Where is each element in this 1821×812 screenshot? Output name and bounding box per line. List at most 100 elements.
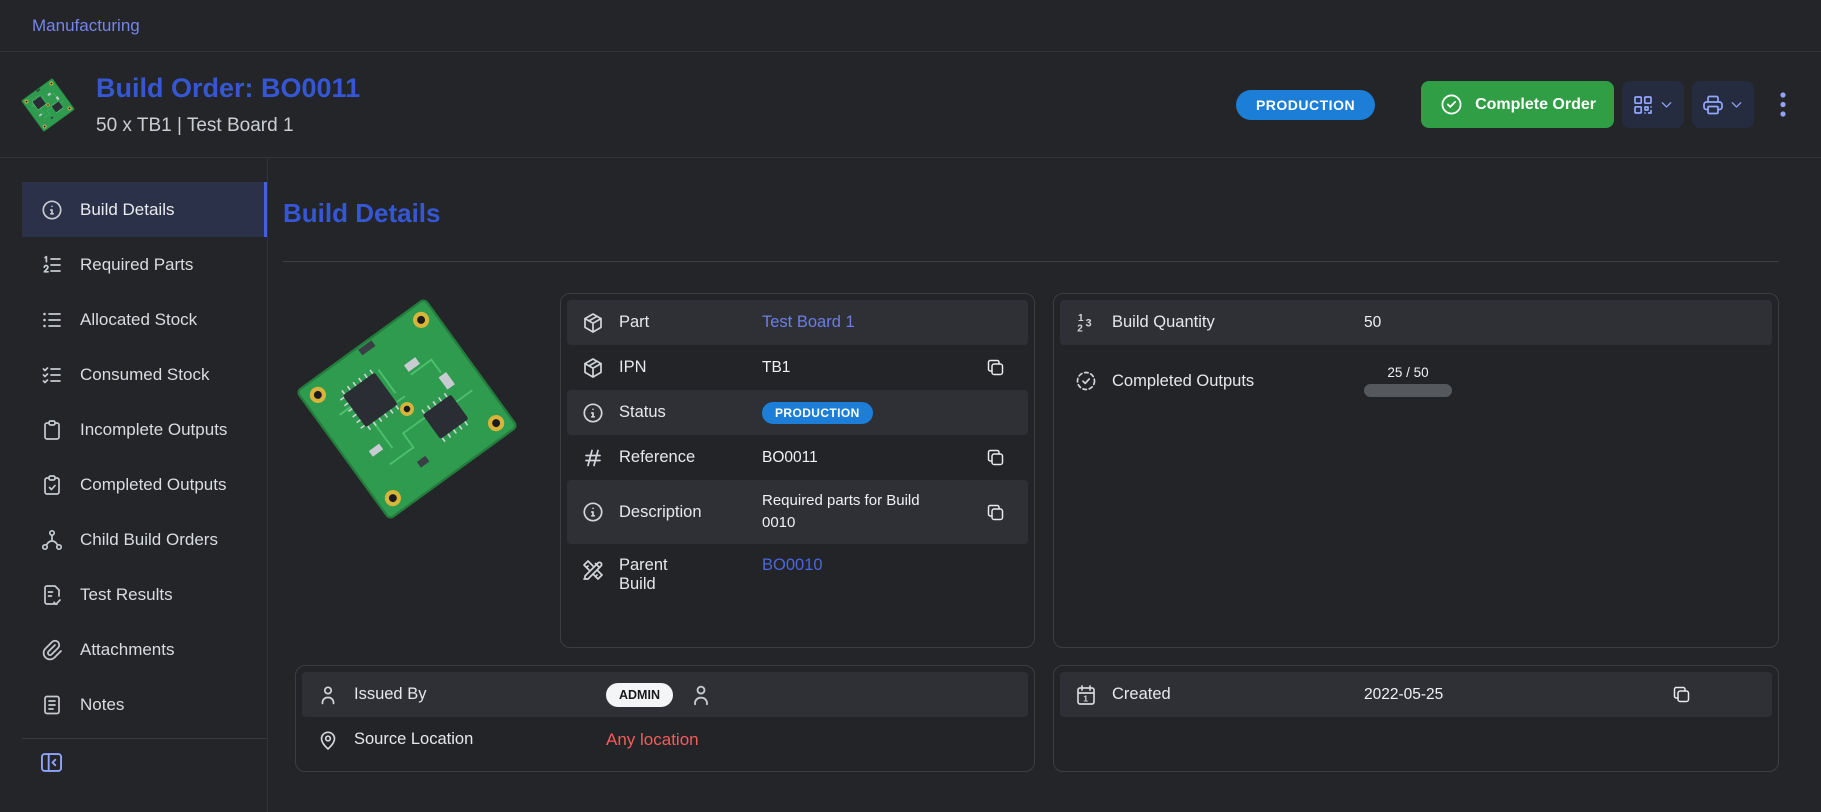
notes-icon <box>40 693 64 717</box>
map-pin-icon <box>302 728 354 752</box>
header-text: Build Order: BO0011 50 x TB1 | Test Boar… <box>96 73 360 137</box>
sidebar-item-test-results[interactable]: Test Results <box>22 567 267 622</box>
sidebar-item-label: Notes <box>80 695 124 715</box>
svg-text:1: 1 <box>1083 693 1088 703</box>
detail-label: Parent Build <box>619 556 695 594</box>
sidebar-item-label: Test Results <box>80 585 173 605</box>
printer-icon <box>1701 93 1725 117</box>
paperclip-icon <box>40 638 64 662</box>
actions-menu-button[interactable] <box>1767 86 1799 124</box>
copy-button[interactable] <box>985 357 1006 378</box>
detail-row-status: Status PRODUCTION <box>567 390 1028 435</box>
detail-label: Description <box>619 503 762 522</box>
issued-by-badge: ADMIN <box>606 683 673 707</box>
sidebar-item-label: Incomplete Outputs <box>80 420 227 440</box>
copy-button[interactable] <box>985 502 1006 523</box>
detail-row-description: Description Required parts for Build 001… <box>567 480 1028 544</box>
sidebar-item-completed-outputs[interactable]: Completed Outputs <box>22 457 267 512</box>
issued-card: Issued By ADMIN Source Location Any loca… <box>295 665 1035 772</box>
sidebar-item-label: Attachments <box>80 640 175 660</box>
heading-divider <box>283 261 1779 262</box>
calendar-icon: 1 <box>1060 683 1112 707</box>
detail-label: Build Quantity <box>1112 313 1364 332</box>
part-details-card: Part Test Board 1 IPN TB1 <box>560 293 1035 648</box>
sidebar-item-incomplete-outputs[interactable]: Incomplete Outputs <box>22 402 267 457</box>
package-icon <box>567 356 619 380</box>
complete-order-label: Complete Order <box>1475 96 1596 114</box>
svg-text:2: 2 <box>1077 323 1083 334</box>
copy-icon <box>985 357 1006 378</box>
dots-vertical-icon <box>1772 90 1794 120</box>
sidebar-item-attachments[interactable]: Attachments <box>22 622 267 677</box>
list-check-icon <box>40 363 64 387</box>
detail-label: Issued By <box>354 685 606 704</box>
sidebar-collapse-button[interactable] <box>38 749 68 776</box>
qr-code-button[interactable] <box>1622 81 1684 128</box>
part-link[interactable]: Test Board 1 <box>762 313 855 332</box>
info-circle-icon <box>40 198 64 222</box>
part-image[interactable] <box>291 293 523 525</box>
detail-row-created: 1 Created 2022-05-25 <box>1060 672 1772 717</box>
clipboard-icon <box>40 418 64 442</box>
detail-label: IPN <box>619 358 762 377</box>
complete-order-button[interactable]: Complete Order <box>1421 81 1614 128</box>
svg-text:1: 1 <box>1078 313 1084 324</box>
page-title: Build Order: BO0011 <box>96 73 360 104</box>
copy-button[interactable] <box>985 447 1006 468</box>
info-circle-icon <box>567 500 619 524</box>
sidebar-divider <box>22 738 267 739</box>
part-thumbnail <box>20 77 76 133</box>
sidebar-item-build-details[interactable]: Build Details <box>22 182 267 237</box>
package-icon <box>567 311 619 335</box>
detail-label: Status <box>619 403 762 422</box>
list-numbers-icon <box>40 253 64 277</box>
sidebar-item-label: Consumed Stock <box>80 365 209 385</box>
sidebar-item-label: Required Parts <box>80 255 193 275</box>
clipboard-check-icon <box>40 473 64 497</box>
detail-row-issued-by: Issued By ADMIN <box>302 672 1028 717</box>
hierarchy-icon <box>40 528 64 552</box>
sidebar-item-allocated-stock[interactable]: Allocated Stock <box>22 292 267 347</box>
copy-icon <box>985 502 1006 523</box>
copy-icon <box>1671 684 1692 705</box>
sidebar-item-child-build-orders[interactable]: Child Build Orders <box>22 512 267 567</box>
tools-icon <box>567 558 619 582</box>
panel-heading: Build Details <box>283 198 1779 228</box>
sidebar-item-required-parts[interactable]: Required Parts <box>22 237 267 292</box>
hash-icon <box>567 446 619 470</box>
detail-label: Created <box>1112 685 1364 704</box>
main-panel: Build Details Part Test Board 1 <box>268 158 1821 812</box>
sidebar-item-notes[interactable]: Notes <box>22 677 267 732</box>
created-card: 1 Created 2022-05-25 <box>1053 665 1779 772</box>
sidebar-item-label: Child Build Orders <box>80 530 218 550</box>
detail-label: Completed Outputs <box>1112 372 1364 391</box>
copy-icon <box>985 447 1006 468</box>
progress-text: 25 / 50 <box>1387 365 1428 380</box>
print-button[interactable] <box>1692 81 1754 128</box>
circle-check-icon <box>1439 92 1464 117</box>
detail-row-build-quantity: 123 Build Quantity 50 <box>1060 300 1772 345</box>
qr-code-icon <box>1631 93 1655 117</box>
detail-value: TB1 <box>762 359 790 377</box>
detail-row-parent-build: Parent Build BO0010 <box>567 544 1028 641</box>
chevron-down-icon <box>1728 96 1745 113</box>
file-check-icon <box>40 583 64 607</box>
list-icon <box>40 308 64 332</box>
status-badge: PRODUCTION <box>762 402 873 424</box>
detail-label: Source Location <box>354 730 606 749</box>
sidebar-item-consumed-stock[interactable]: Consumed Stock <box>22 347 267 402</box>
info-circle-icon <box>567 401 619 425</box>
header-actions: PRODUCTION Complete Order <box>1236 81 1799 128</box>
detail-row-ipn: IPN TB1 <box>567 345 1028 390</box>
status-badge: PRODUCTION <box>1236 90 1375 120</box>
build-quantity-card: 123 Build Quantity 50 Completed Outputs … <box>1053 293 1779 648</box>
detail-value: BO0011 <box>762 449 818 467</box>
detail-label: Reference <box>619 448 762 467</box>
progress-track <box>1364 384 1452 397</box>
detail-row-source-location: Source Location Any location <box>302 717 1028 762</box>
sidebar-item-label: Build Details <box>80 200 175 220</box>
breadcrumb-link-manufacturing[interactable]: Manufacturing <box>32 16 140 36</box>
copy-button[interactable] <box>1671 684 1692 705</box>
completed-outputs-progress: 25 / 50 <box>1364 365 1452 397</box>
parent-build-link[interactable]: BO0010 <box>762 556 823 575</box>
